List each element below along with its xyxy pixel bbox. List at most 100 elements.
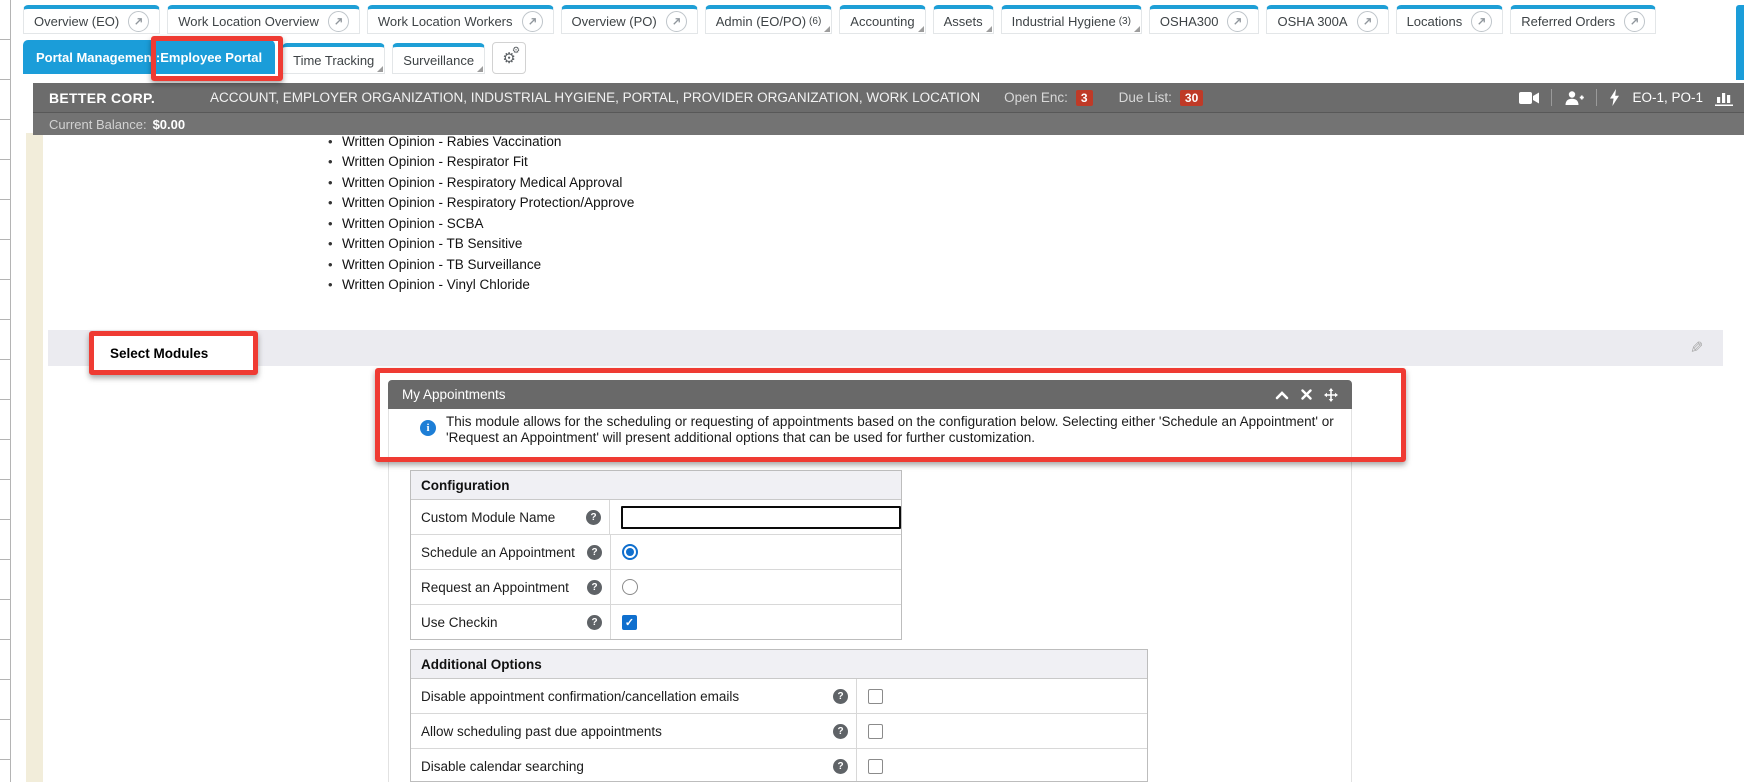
annotation-box-employee-portal [151, 36, 283, 81]
table-row: Disable appointment confirmation/cancell… [411, 679, 1147, 714]
bullet-icon: • [328, 257, 342, 272]
table-row: Request an Appointment ? [411, 570, 901, 605]
tab-time-tracking[interactable]: Time Tracking [282, 43, 385, 74]
field-label: Use Checkin [421, 615, 498, 630]
help-icon[interactable]: ? [833, 759, 848, 774]
app-window: Overview (EO) Work Location Overview Wor… [0, 0, 1744, 782]
open-new-icon[interactable] [1227, 11, 1248, 32]
tab-label: Work Location Workers [378, 14, 513, 29]
due-list-badge[interactable]: 30 [1180, 90, 1203, 106]
tab-label: Admin (EO/PO) [716, 14, 806, 29]
add-user-icon[interactable] [1564, 90, 1584, 106]
tab-osha300[interactable]: OSHA300 [1149, 5, 1260, 34]
tab-count: (3) [1119, 16, 1131, 27]
dropdown-fold-icon [477, 66, 483, 72]
left-row-rail [0, 0, 11, 782]
tab-label: Assets [944, 14, 983, 29]
help-icon[interactable]: ? [587, 615, 602, 630]
tab-surveillance[interactable]: Surveillance [392, 43, 485, 74]
edit-pencil-icon[interactable]: ✎ [1690, 338, 1703, 358]
help-icon[interactable]: ? [587, 545, 602, 560]
open-new-icon[interactable] [328, 11, 349, 32]
tab-label: Work Location Overview [178, 14, 319, 29]
list-item: •Written Opinion - TB Sensitive [328, 234, 634, 255]
video-camera-icon[interactable] [1519, 91, 1539, 105]
disable-calendar-searching-checkbox[interactable] [868, 759, 883, 774]
bullet-icon: • [328, 175, 342, 190]
configuration-table: Configuration Custom Module Name ? Sched… [410, 470, 902, 640]
lightning-icon[interactable] [1609, 89, 1620, 106]
field-label: Disable appointment confirmation/cancell… [421, 689, 739, 704]
tab-work-location-overview[interactable]: Work Location Overview [167, 5, 360, 34]
tab-admin-eo-po[interactable]: Admin (EO/PO) (6) [705, 5, 833, 34]
tab-work-location-workers[interactable]: Work Location Workers [367, 5, 554, 34]
allow-past-due-checkbox[interactable] [868, 724, 883, 739]
help-icon[interactable]: ? [833, 724, 848, 739]
annotation-box-my-appointments [375, 368, 1406, 462]
help-icon[interactable]: ? [833, 689, 848, 704]
help-icon[interactable]: ? [586, 510, 601, 525]
list-item: •Written Opinion - Respiratory Protectio… [328, 193, 634, 214]
table-row: Custom Module Name ? [411, 500, 901, 535]
open-new-icon[interactable] [1471, 11, 1492, 32]
dropdown-fold-icon [918, 26, 924, 32]
use-checkin-checkbox[interactable]: ✓ [622, 615, 637, 630]
field-label: Disable calendar searching [421, 759, 584, 774]
schedule-appointment-radio[interactable] [622, 544, 638, 560]
context-scope-text: ACCOUNT, EMPLOYER ORGANIZATION, INDUSTRI… [210, 90, 980, 105]
tab-overview-eo[interactable]: Overview (EO) [23, 5, 160, 34]
tab-assets[interactable]: Assets [933, 5, 994, 34]
tab-settings-button[interactable]: ⚙ ⚙ [492, 42, 526, 74]
tab-label: Time Tracking [293, 53, 374, 68]
balance-value: $0.00 [153, 117, 186, 132]
bar-chart-icon[interactable] [1715, 89, 1734, 106]
tab-label: Referred Orders [1521, 14, 1615, 29]
header-icon-group: EO-1, PO-1 [1519, 83, 1734, 112]
settings-gear-small-icon: ⚙ [512, 46, 520, 55]
tab-label: Accounting [850, 14, 914, 29]
open-new-icon[interactable] [1624, 11, 1645, 32]
list-item: •Written Opinion - Respiratory Medical A… [328, 172, 634, 193]
balance-label: Current Balance: [49, 117, 147, 132]
list-item: •Written Opinion - Rabies Vaccination [328, 131, 634, 152]
tab-referred-orders[interactable]: Referred Orders [1510, 5, 1656, 34]
list-item: •Written Opinion - SCBA [328, 213, 634, 234]
tab-industrial-hygiene[interactable]: Industrial Hygiene (3) [1001, 5, 1142, 34]
open-enc-badge[interactable]: 3 [1076, 90, 1093, 106]
dropdown-fold-icon [986, 26, 992, 32]
open-new-icon[interactable] [1357, 11, 1378, 32]
tab-count: (6) [809, 16, 821, 27]
configuration-table-title: Configuration [411, 471, 901, 500]
left-accent-strip [26, 133, 43, 782]
table-row: Disable calendar searching ? [411, 749, 1147, 782]
open-new-icon[interactable] [522, 11, 543, 32]
open-new-icon[interactable] [666, 11, 687, 32]
tab-label: OSHA300 [1160, 14, 1219, 29]
divider [1596, 89, 1597, 106]
tab-accounting[interactable]: Accounting [839, 5, 925, 34]
bullet-icon: • [328, 216, 342, 231]
bullet-icon: • [328, 134, 342, 149]
request-appointment-radio[interactable] [622, 579, 638, 595]
entity-shortcuts-text[interactable]: EO-1, PO-1 [1632, 90, 1703, 105]
open-new-icon[interactable] [128, 11, 149, 32]
field-label: Allow scheduling past due appointments [421, 724, 662, 739]
tab-bar-primary: Overview (EO) Work Location Overview Wor… [23, 5, 1656, 34]
clipped-right-tab[interactable] [1736, 5, 1744, 80]
disable-confirmation-emails-checkbox[interactable] [868, 689, 883, 704]
open-enc-label: Open Enc: [1004, 90, 1068, 105]
table-row: Use Checkin ? ✓ [411, 605, 901, 639]
tab-locations[interactable]: Locations [1396, 5, 1504, 34]
dropdown-fold-icon [377, 66, 383, 72]
annotation-box-select-modules: Select Modules [89, 331, 258, 375]
tab-osha300a[interactable]: OSHA 300A [1266, 5, 1388, 34]
help-icon[interactable]: ? [587, 580, 602, 595]
tab-overview-po[interactable]: Overview (PO) [561, 5, 698, 34]
written-opinion-list: •Written Opinion - Rabies Vaccination •W… [328, 131, 634, 295]
list-item: •Written Opinion - Vinyl Chloride [328, 275, 634, 296]
select-modules-title: Select Modules [110, 346, 208, 361]
custom-module-name-input[interactable] [621, 506, 901, 529]
additional-options-title: Additional Options [411, 650, 1147, 679]
dropdown-fold-icon [1134, 26, 1140, 32]
table-row: Allow scheduling past due appointments ? [411, 714, 1147, 749]
